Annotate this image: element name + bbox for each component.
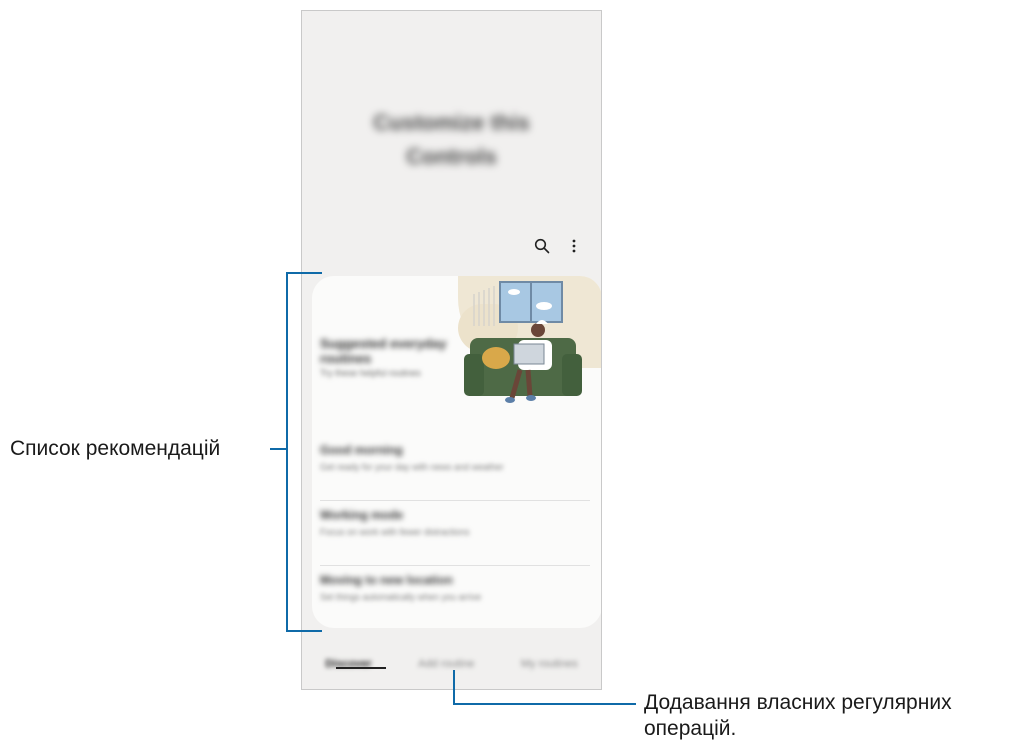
hero-subtitle: Try these helpful routines bbox=[320, 368, 421, 378]
list-item-title: Moving to new location bbox=[320, 573, 453, 587]
bottom-tabs: Discover Add routine My routines bbox=[302, 649, 601, 679]
recommendation-list: Good morning Get ready for your day with… bbox=[320, 436, 590, 628]
tab-add-routine[interactable]: Add routine bbox=[412, 654, 480, 674]
recommendations-bracket bbox=[286, 272, 322, 632]
list-item[interactable]: Good morning Get ready for your day with… bbox=[320, 436, 590, 501]
active-tab-indicator bbox=[336, 667, 386, 669]
recommendations-pointer-line bbox=[270, 448, 286, 450]
list-item[interactable]: Moving to new location Set things automa… bbox=[320, 566, 590, 628]
tab-discover[interactable]: Discover bbox=[319, 654, 377, 674]
tab-my-routines[interactable]: My routines bbox=[515, 654, 584, 674]
hero-title: Suggested everyday routines bbox=[320, 336, 447, 366]
list-item-description: Focus on work with fewer distractions bbox=[320, 527, 470, 537]
list-item-title: Working mode bbox=[320, 508, 404, 522]
page-title-line-2: Controls bbox=[406, 144, 497, 169]
list-item-description: Set things automatically when you arrive bbox=[320, 592, 482, 602]
add-routine-pointer-horizontal bbox=[453, 703, 636, 705]
list-item-title: Good morning bbox=[320, 443, 403, 457]
search-icon[interactable] bbox=[533, 237, 551, 255]
add-routine-label-line-1: Додавання власних регулярних bbox=[644, 691, 952, 714]
relaxing-person-illustration bbox=[464, 281, 582, 403]
add-routine-pointer-vertical bbox=[453, 670, 455, 704]
recommendations-label: Список рекомендацій bbox=[10, 437, 221, 460]
pillow-icon bbox=[482, 347, 510, 369]
list-item[interactable]: Working mode Focus on work with fewer di… bbox=[320, 501, 590, 566]
list-item-description: Get ready for your day with news and wea… bbox=[320, 462, 504, 472]
window-icon bbox=[499, 281, 563, 323]
more-options-icon[interactable] bbox=[565, 237, 583, 255]
recommendation-card: Suggested everyday routines Try these he… bbox=[312, 276, 601, 628]
add-routine-label: Додавання власних регулярних операцій. bbox=[644, 690, 952, 742]
page-title-line-1: Customize this bbox=[373, 110, 530, 135]
phone-screen: Customize this Controls Suggested everyd… bbox=[301, 10, 602, 690]
blinds-icon bbox=[473, 286, 495, 326]
add-routine-label-line-2: операцій. bbox=[644, 717, 737, 740]
action-bar bbox=[533, 237, 583, 255]
page-title: Customize this Controls bbox=[302, 106, 601, 174]
